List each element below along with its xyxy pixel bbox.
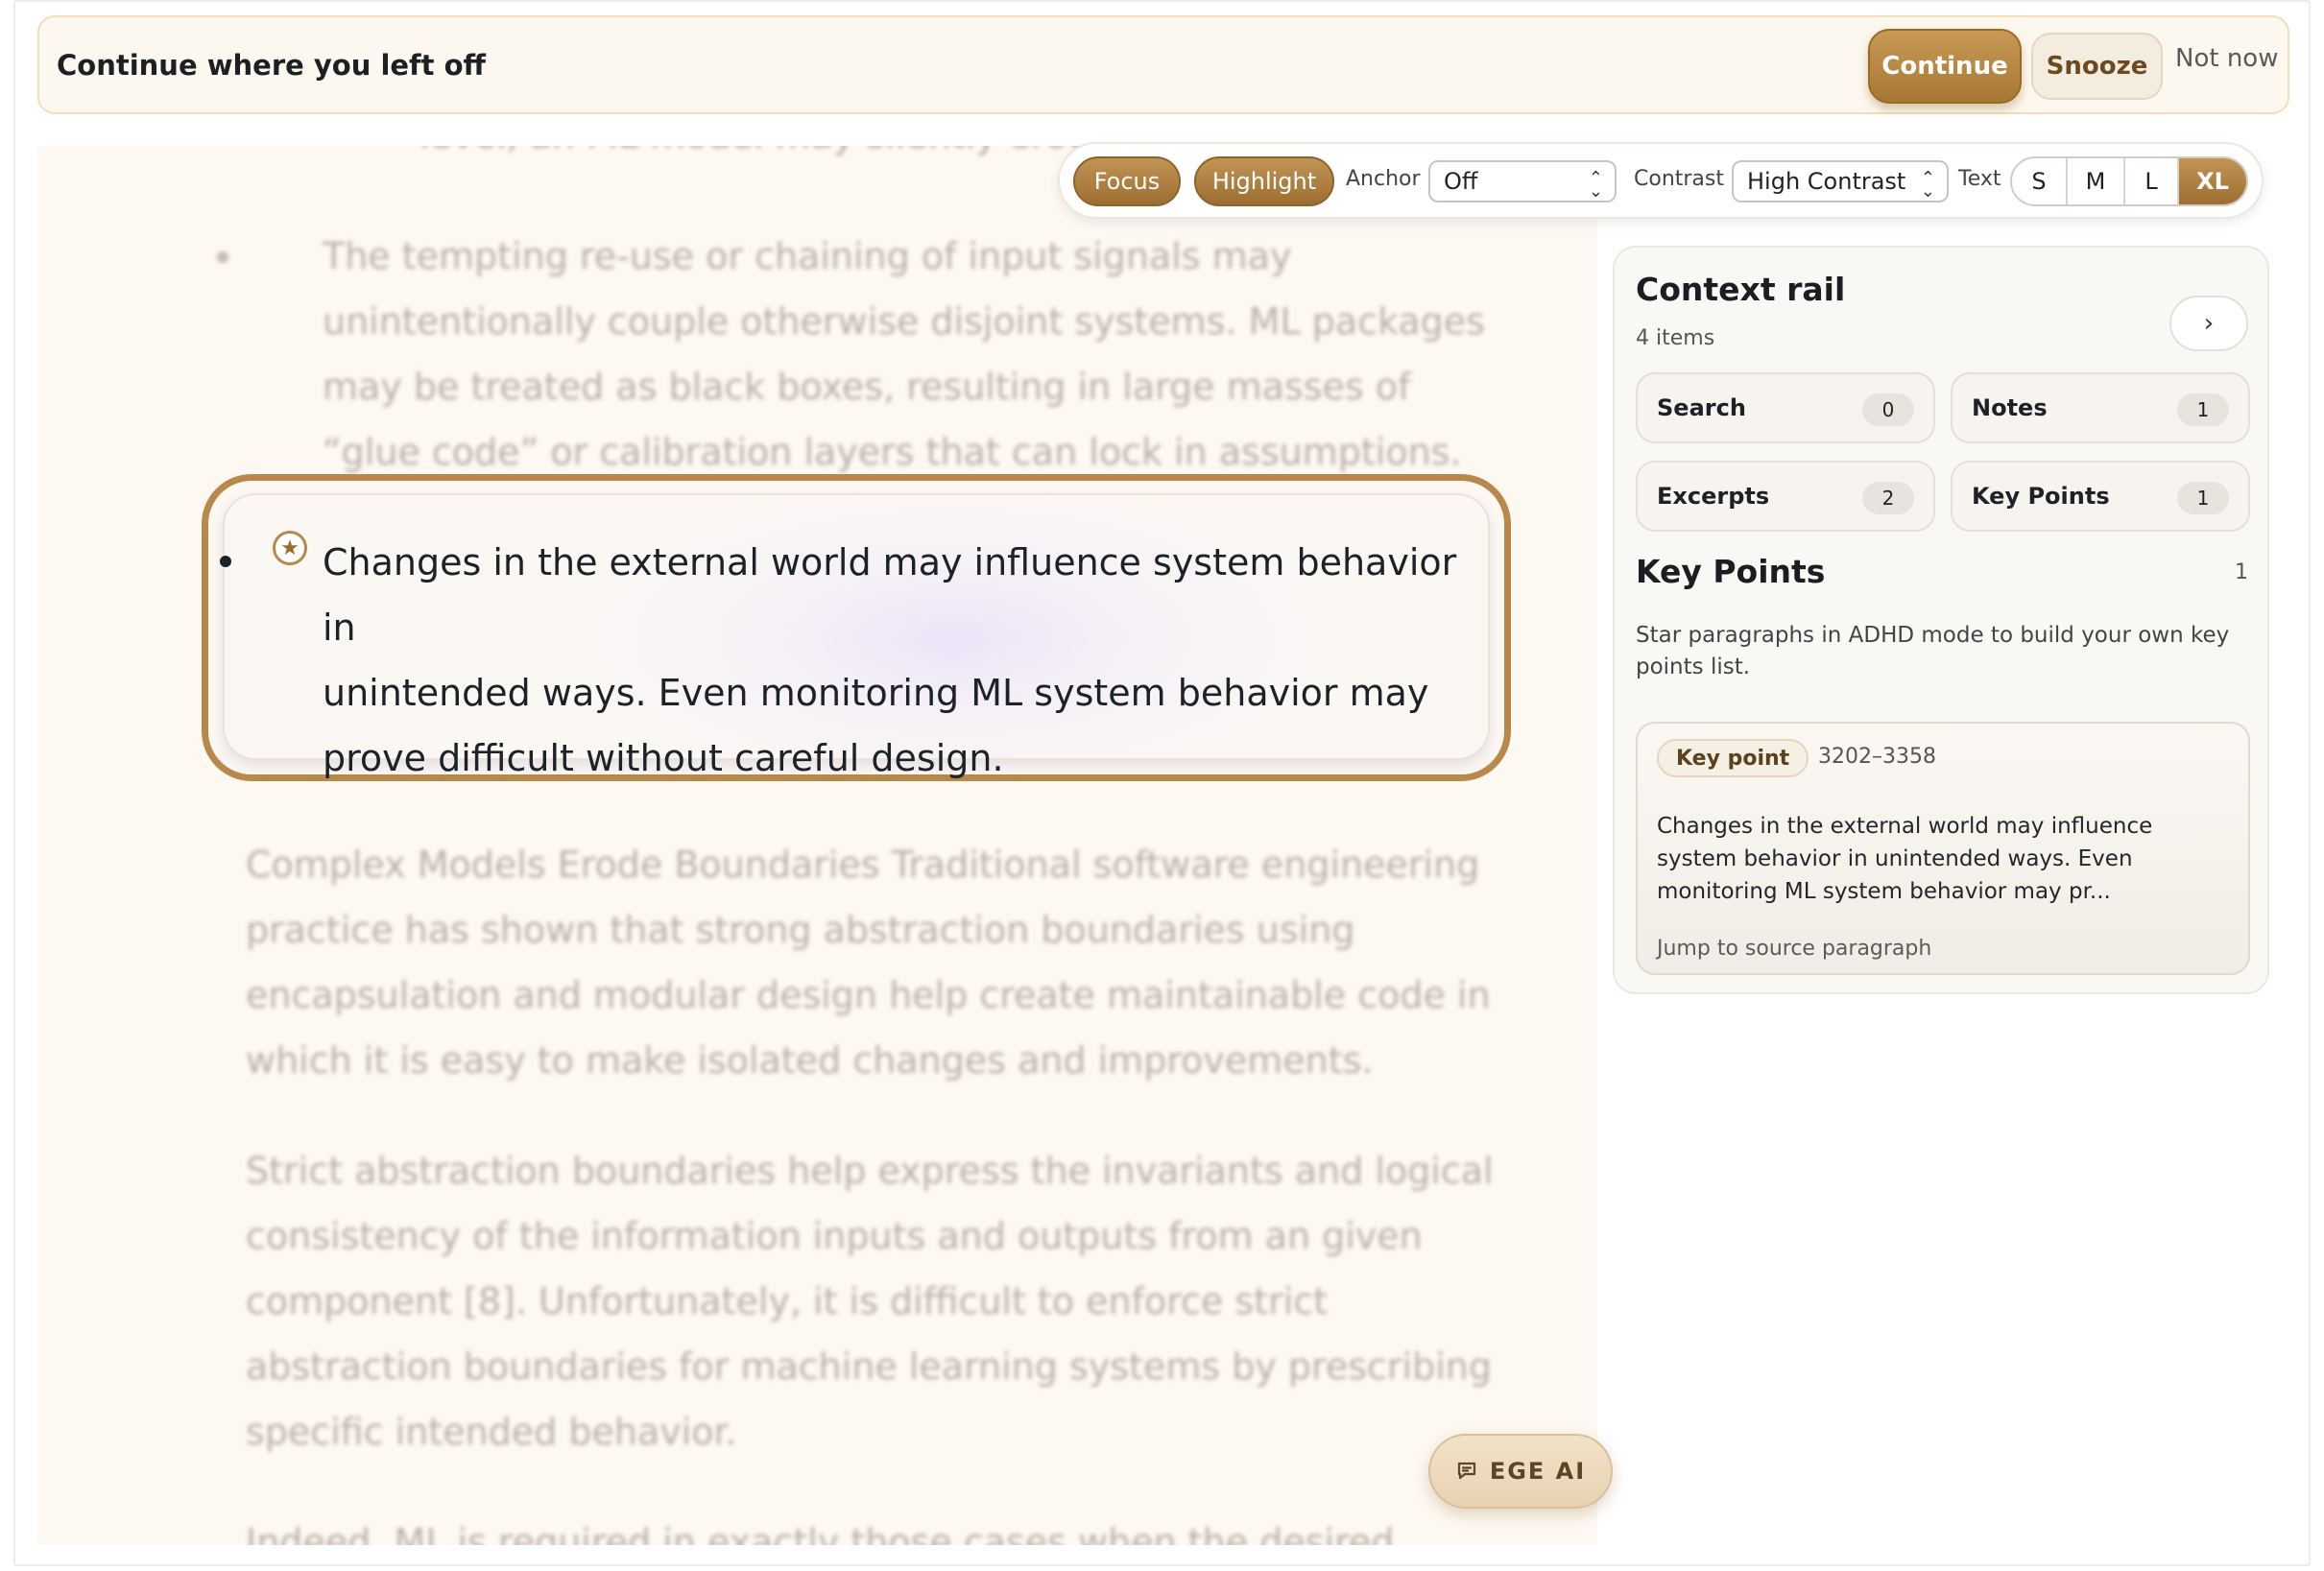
tile-count: 2 xyxy=(1862,482,1914,514)
reading-toolbar: Focus Highlight Anchor Off ⌃ ⌄ Contrast H… xyxy=(1058,142,2264,219)
rail-title: Context rail xyxy=(1636,271,1846,308)
text-size-label: Text xyxy=(1958,167,2001,191)
paragraph-line: component [8]. Unfortunately, it is diff… xyxy=(246,1280,1329,1322)
paragraph-line: Strict abstraction boundaries help expre… xyxy=(246,1150,1494,1192)
contrast-value: High Contrast xyxy=(1747,168,1906,195)
anchor-label: Anchor xyxy=(1346,167,1421,191)
select-chevron-icon: ⌃ ⌄ xyxy=(1920,168,1935,202)
paragraph-line: practice has shown that strong abstracti… xyxy=(246,909,1355,951)
snooze-button[interactable]: Snooze xyxy=(2031,33,2163,100)
rail-tab-key-points[interactable]: Key Points 1 xyxy=(1951,461,2250,532)
key-point-range: 3202–3358 xyxy=(1818,745,1936,769)
list-item-line: may be treated as black boxes, resulting… xyxy=(323,366,1411,408)
contrast-label: Contrast xyxy=(1634,167,1725,191)
text-size-m[interactable]: M xyxy=(2068,158,2125,204)
tile-count: 0 xyxy=(1862,393,1914,426)
paragraph-line: abstraction boundaries for machine learn… xyxy=(246,1345,1492,1388)
tile-count: 1 xyxy=(2177,393,2229,426)
text-size-xl[interactable]: XL xyxy=(2179,158,2246,204)
highlight-toggle[interactable]: Highlight xyxy=(1194,156,1334,206)
paragraph-line: consistency of the information inputs an… xyxy=(246,1215,1423,1257)
key-point-badge: Key point xyxy=(1657,739,1809,777)
focused-paragraph-text: Changes in the external world may influe… xyxy=(323,530,1474,791)
key-point-excerpt: Changes in the external world may influe… xyxy=(1657,814,2153,904)
focused-line: prove difficult without careful design. xyxy=(323,737,1004,779)
focused-line: unintended ways. Even monitoring ML syst… xyxy=(323,672,1429,714)
rail-tab-notes[interactable]: Notes 1 xyxy=(1951,372,2250,443)
banner-title: Continue where you left off xyxy=(57,48,487,82)
reading-pane[interactable]: level, an ML model may silently erode ab… xyxy=(37,146,1597,1545)
text-size-s[interactable]: S xyxy=(2012,158,2068,204)
jump-to-source-link[interactable]: Jump to source paragraph xyxy=(1657,937,1931,961)
tile-label: Notes xyxy=(1972,394,2048,421)
contrast-select[interactable]: High Contrast ⌃ ⌄ xyxy=(1732,160,1949,202)
rail-tab-search[interactable]: Search 0 xyxy=(1636,372,1935,443)
text-size-l[interactable]: L xyxy=(2125,158,2179,204)
chevron-right-icon: › xyxy=(2203,309,2215,338)
paragraph-line: Complex Models Erode Boundaries Traditio… xyxy=(246,844,1480,886)
ai-assistant-button[interactable]: EGE AI xyxy=(1428,1434,1613,1509)
rail-collapse-button[interactable]: › xyxy=(2169,296,2248,351)
tile-count: 1 xyxy=(2177,482,2229,514)
resume-banner: Continue where you left off Continue Sno… xyxy=(37,15,2289,114)
anchor-select[interactable]: Off ⌃ ⌄ xyxy=(1428,160,1617,202)
tile-label: Excerpts xyxy=(1657,483,1770,510)
list-item-line: unintentionally couple otherwise disjoin… xyxy=(323,300,1485,343)
key-points-hint: Star paragraphs in ADHD mode to build yo… xyxy=(1636,623,2230,679)
text-size-segmented: S M L XL xyxy=(2010,156,2248,206)
ai-button-label: EGE AI xyxy=(1489,1458,1587,1485)
select-chevron-icon: ⌃ ⌄ xyxy=(1588,168,1603,202)
not-now-button[interactable]: Not now xyxy=(2175,44,2278,73)
tile-label: Search xyxy=(1657,394,1746,421)
paragraph-line: which it is easy to make isolated change… xyxy=(246,1039,1374,1082)
continue-button[interactable]: Continue xyxy=(1868,29,2022,104)
bullet-marker xyxy=(220,556,231,567)
list-item-line: The tempting re-use or chaining of input… xyxy=(323,235,1292,277)
key-points-heading: Key Points xyxy=(1636,553,1826,590)
focus-toggle[interactable]: Focus xyxy=(1073,156,1181,206)
context-rail: Context rail 4 items › Search 0 Notes 1 … xyxy=(1613,246,2269,994)
rail-item-count: 4 items xyxy=(1636,326,1715,350)
star-paragraph-button[interactable]: ★ xyxy=(273,531,307,565)
key-points-count: 1 xyxy=(2235,560,2248,584)
bullet-marker xyxy=(217,251,228,263)
focused-line: Changes in the external world may influe… xyxy=(323,541,1457,649)
star-icon: ★ xyxy=(280,536,299,560)
tile-label: Key Points xyxy=(1972,483,2110,510)
anchor-value: Off xyxy=(1444,168,1478,195)
rail-tab-excerpts[interactable]: Excerpts 2 xyxy=(1636,461,1935,532)
paragraph-line: Indeed, ML is required in exactly those … xyxy=(246,1521,1395,1545)
paragraph-line: encapsulation and modular design help cr… xyxy=(246,974,1491,1016)
key-point-card[interactable]: Key point 3202–3358 Changes in the exter… xyxy=(1636,722,2250,975)
chat-bubble-icon xyxy=(1457,1462,1475,1480)
paragraph-line: specific intended behavior. xyxy=(246,1411,737,1453)
